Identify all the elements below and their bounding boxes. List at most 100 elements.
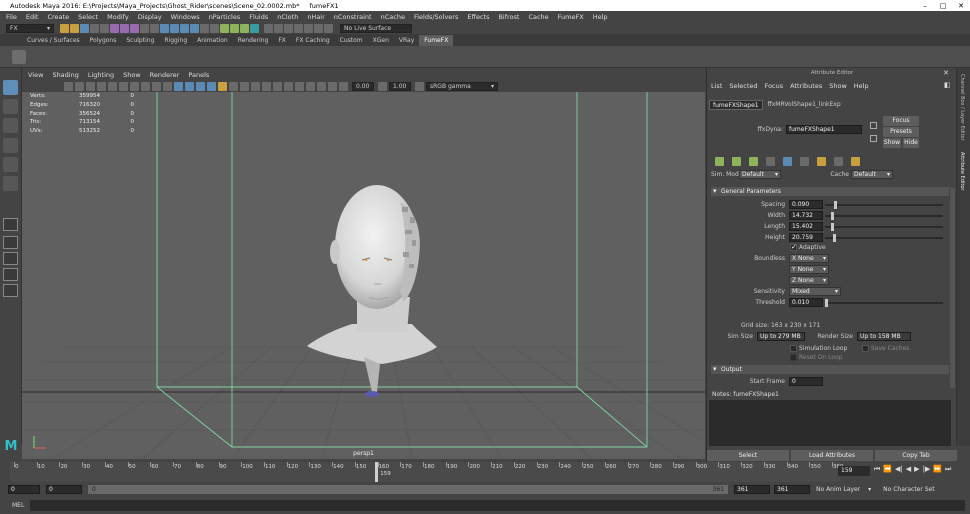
snap-live-icon[interactable] xyxy=(200,23,209,33)
ae-menu-list[interactable]: List xyxy=(711,82,722,90)
shelf-tab-animation[interactable]: Animation xyxy=(192,35,233,46)
load-attributes-button[interactable]: Load Attributes xyxy=(791,450,873,461)
four-pane-layout-icon[interactable] xyxy=(3,236,18,249)
lock-selection-icon[interactable] xyxy=(140,23,149,33)
anim-layer-dropdown[interactable]: No Anim Layer xyxy=(816,486,860,493)
ae-menu-selected[interactable]: Selected xyxy=(729,82,757,90)
gamma-icon[interactable] xyxy=(378,81,387,91)
play-forward-icon[interactable]: ▶ xyxy=(914,465,919,474)
gate-mask-icon[interactable] xyxy=(130,81,139,91)
menu-bifrost[interactable]: Bifrost xyxy=(498,13,519,21)
anti-aliasing-icon[interactable] xyxy=(262,81,271,91)
menu-effects[interactable]: Effects xyxy=(467,13,489,21)
copy-tab-button[interactable]: Copy Tab xyxy=(875,450,957,461)
snap-grid-icon[interactable] xyxy=(160,23,169,33)
go-to-end-icon[interactable]: ⏭ xyxy=(945,465,951,474)
shelf-tab-xgen[interactable]: XGen xyxy=(368,35,394,46)
threshold-field[interactable]: 0.010 xyxy=(789,298,823,307)
motion-blur-icon[interactable] xyxy=(251,81,260,91)
shelf-tab-rendering[interactable]: Rendering xyxy=(233,35,274,46)
xray-joints-icon[interactable] xyxy=(306,81,315,91)
point-snap-icon[interactable] xyxy=(284,23,293,33)
shelf-tab-sculpting[interactable]: Sculpting xyxy=(121,35,159,46)
plane-snap-icon[interactable] xyxy=(294,23,303,33)
snap-point-icon[interactable] xyxy=(180,23,189,33)
gamma-field[interactable]: 1.00 xyxy=(389,81,411,91)
select-button[interactable]: Select xyxy=(707,450,789,461)
history-icon[interactable] xyxy=(210,23,219,33)
shelf-tab-fx[interactable]: FX xyxy=(273,35,291,46)
fumefx-wand-icon[interactable] xyxy=(834,157,843,166)
outliner-layout-icon[interactable] xyxy=(3,284,18,297)
lasso-tool-icon[interactable] xyxy=(3,99,18,114)
cache-dropdown[interactable]: Default xyxy=(851,170,893,179)
select-object-icon[interactable] xyxy=(120,23,129,33)
ae-toggle-icon[interactable]: ◧ xyxy=(944,81,951,89)
ambient-occlusion-icon[interactable] xyxy=(240,81,249,91)
playback-start-field[interactable]: 0 xyxy=(46,485,82,494)
shelf-tab-vray[interactable]: VRay xyxy=(394,35,419,46)
surface-snap-icon[interactable] xyxy=(304,23,313,33)
length-field[interactable]: 15.402 xyxy=(789,222,823,231)
two-pane-layout-icon[interactable] xyxy=(3,252,18,265)
ae-scrollbar[interactable] xyxy=(950,188,955,388)
shelf-tab-fumefx[interactable]: FumeFX xyxy=(419,35,454,46)
menu-fumefx[interactable]: FumeFX xyxy=(558,13,584,21)
playback-end-field[interactable]: 361 xyxy=(734,485,770,494)
grid-icon[interactable] xyxy=(97,81,106,91)
backface-culling-icon[interactable] xyxy=(328,81,337,91)
isolate-select-icon[interactable] xyxy=(284,81,293,91)
slider-handle[interactable] xyxy=(830,212,834,220)
time-slider[interactable]: 0 10 20 30 40 50 60 70 80 90 100 110 120 130 140 150 160… xyxy=(10,462,844,482)
safe-action-icon[interactable] xyxy=(152,81,161,91)
color-space-dropdown[interactable]: sRGB gamma ▾ xyxy=(426,81,498,91)
depth-of-field-icon[interactable] xyxy=(273,81,282,91)
sim-mode-dropdown[interactable]: Default xyxy=(739,170,781,179)
viewport-menu-panels[interactable]: Panels xyxy=(188,71,209,79)
output-section[interactable]: Output xyxy=(711,365,949,374)
new-scene-icon[interactable] xyxy=(60,23,69,33)
select-tool-icon[interactable] xyxy=(3,80,18,95)
menu-file[interactable]: File xyxy=(6,13,17,21)
live-object-icon[interactable] xyxy=(314,23,323,33)
ae-tab-0[interactable]: fumeFXShape1 xyxy=(709,100,763,110)
width-field[interactable]: 14.732 xyxy=(789,211,823,220)
construction-icon[interactable] xyxy=(324,23,333,33)
step-forward-key-icon[interactable]: ⏩ xyxy=(933,465,942,474)
length-slider[interactable] xyxy=(825,222,943,231)
smooth-shade-icon[interactable] xyxy=(185,81,194,91)
slider-handle[interactable] xyxy=(825,299,828,307)
menu-create[interactable]: Create xyxy=(47,13,69,21)
ae-menu-attributes[interactable]: Attributes xyxy=(790,82,822,90)
sensitivity-dropdown[interactable]: Mixed xyxy=(789,287,841,296)
menuset-dropdown[interactable]: FX ▾ xyxy=(6,23,54,33)
height-field[interactable]: 20.759 xyxy=(789,233,823,242)
width-slider[interactable] xyxy=(825,211,943,220)
redo-icon[interactable] xyxy=(100,23,109,33)
current-frame-field[interactable]: 159 xyxy=(838,466,870,476)
image-plane-icon[interactable] xyxy=(86,81,95,91)
start-frame-field[interactable]: 0 xyxy=(789,377,823,386)
xray-icon[interactable] xyxy=(295,81,304,91)
shade-wireframe-icon[interactable] xyxy=(196,81,205,91)
end-time-field[interactable]: 361 xyxy=(774,485,810,494)
menu-nhair[interactable]: nHair xyxy=(307,13,324,21)
fumefx-grid-icon[interactable] xyxy=(800,157,809,166)
rotate-tool-icon[interactable] xyxy=(3,157,18,172)
wireframe-icon[interactable] xyxy=(174,81,183,91)
go-to-start-icon[interactable]: ⏮ xyxy=(874,465,880,474)
slider-handle[interactable] xyxy=(830,223,834,231)
show-button[interactable]: Show xyxy=(883,138,901,148)
fumefx-start-icon[interactable] xyxy=(732,157,741,166)
height-slider[interactable] xyxy=(825,233,943,242)
slider-handle[interactable] xyxy=(834,201,838,209)
step-back-key-icon[interactable]: ⏪ xyxy=(883,465,892,474)
fumefx-preview-icon[interactable] xyxy=(783,157,792,166)
maximize-button[interactable]: □ xyxy=(934,2,952,10)
fumefx-cache-icon[interactable] xyxy=(817,157,826,166)
move-tool-icon[interactable] xyxy=(3,138,18,153)
textures-icon[interactable] xyxy=(207,81,216,91)
film-gate-icon[interactable] xyxy=(108,81,117,91)
node-name-field[interactable]: fumeFXShape1 xyxy=(786,125,862,134)
save-scene-icon[interactable] xyxy=(80,23,89,33)
